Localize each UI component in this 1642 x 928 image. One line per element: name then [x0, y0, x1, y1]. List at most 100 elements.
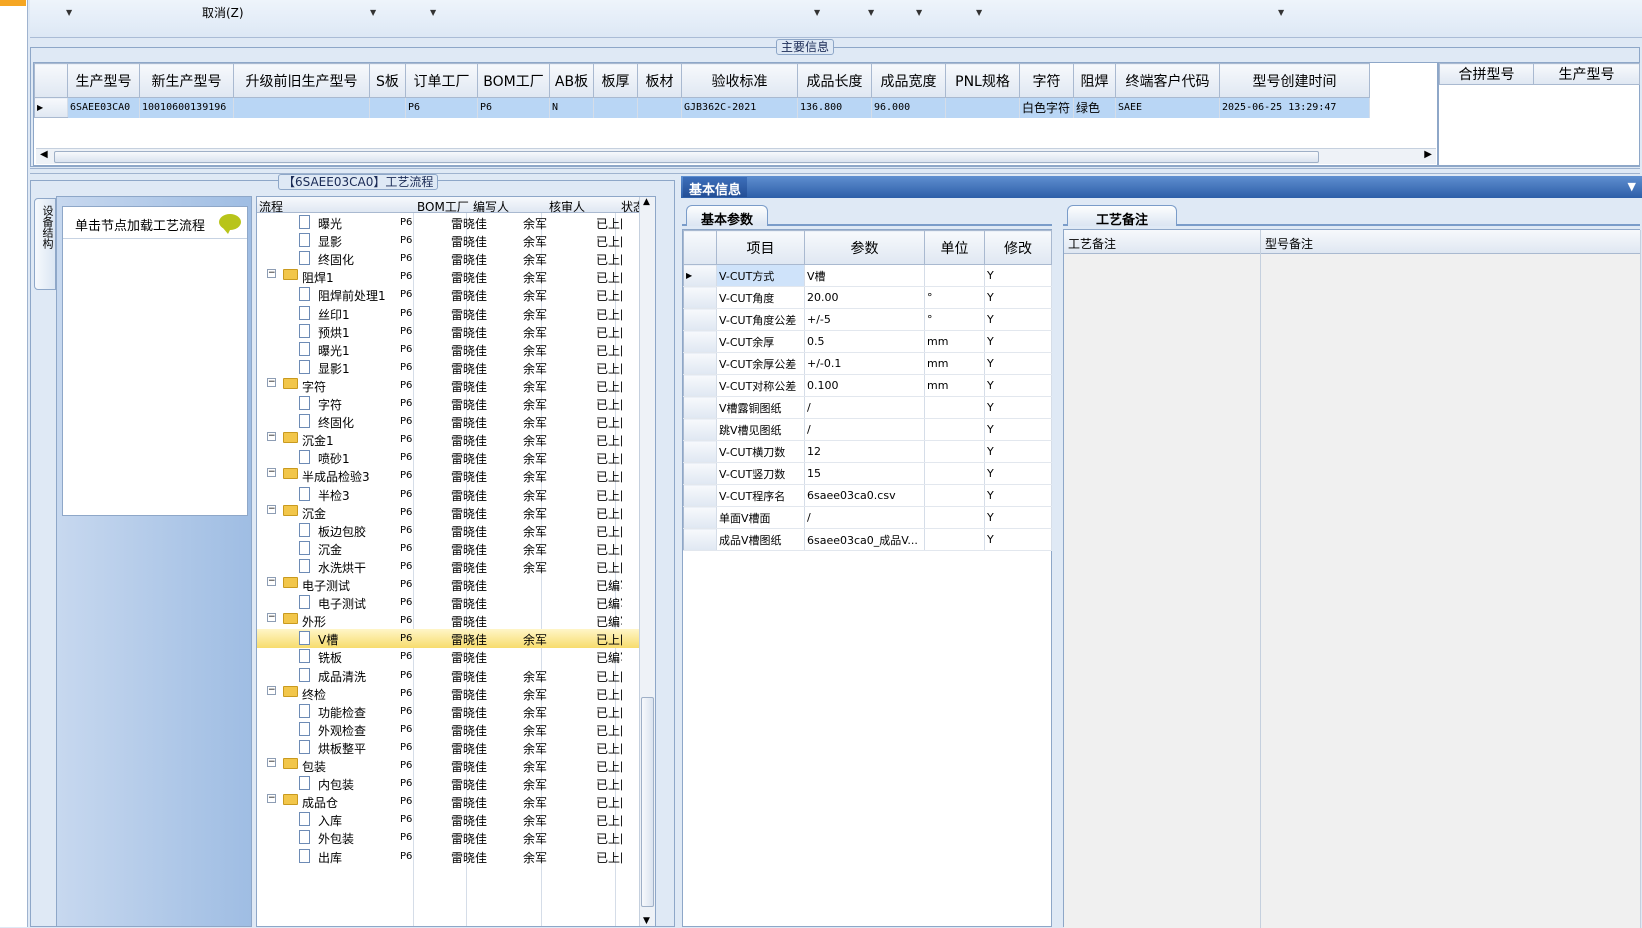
tree-row[interactable]: 成品清洗 P6 雷晓佳 余军 已上网 — [257, 666, 639, 685]
dropdown-arrow-icon[interactable]: ▼ — [370, 8, 376, 17]
cell-char[interactable]: 白色字符 — [1019, 97, 1074, 118]
tree-row[interactable]: 电子测试 P6 雷晓佳 已编写 — [257, 593, 639, 612]
tree-row[interactable]: 显影 P6 雷晓佳 余军 已上网 — [257, 231, 639, 250]
param-cell-value[interactable]: / — [804, 506, 925, 529]
param-cell-item[interactable]: 成品V槽图纸 — [716, 528, 805, 551]
param-row[interactable]: V-CUT角度 20.00 ° Y — [683, 286, 1052, 309]
row-selector[interactable] — [683, 396, 717, 419]
tree-row[interactable]: 功能检查 P6 雷晓佳 余军 已上网 — [257, 702, 639, 721]
scroll-left-icon[interactable]: ◀ — [40, 149, 48, 160]
tree-row[interactable]: 入库 P6 雷晓佳 余军 已上网 — [257, 810, 639, 829]
row-selector[interactable] — [683, 286, 717, 309]
dropdown-arrow-icon[interactable]: ▼ — [1628, 180, 1636, 193]
collapse-icon[interactable]: − — [267, 377, 276, 387]
col-modify[interactable]: 修改 — [984, 230, 1052, 265]
param-cell-mod[interactable]: Y — [984, 506, 1052, 529]
col-side-prod-model[interactable]: 生产型号 — [1533, 63, 1640, 85]
cell-acceptance[interactable]: GJB362C-2021 — [681, 97, 798, 118]
param-row[interactable]: V-CUT余厚公差 +/-0.1 mm Y — [683, 352, 1052, 375]
param-cell-unit[interactable] — [924, 528, 985, 551]
col-main-4[interactable]: 订单工厂 — [405, 63, 478, 98]
param-cell-value[interactable]: V槽 — [804, 264, 925, 287]
param-cell-item[interactable]: V-CUT横刀数 — [716, 440, 805, 463]
param-cell-mod[interactable]: Y — [984, 396, 1052, 419]
param-cell-value[interactable]: +/-0.1 — [804, 352, 925, 375]
tree-row[interactable]: 板边包胶 P6 雷晓佳 余军 已上网 — [257, 521, 639, 540]
row-selector[interactable] — [683, 418, 717, 441]
vertical-splitter[interactable] — [1056, 202, 1062, 927]
collapse-icon[interactable]: − — [267, 613, 276, 623]
param-cell-mod[interactable]: Y — [984, 308, 1052, 331]
tab-device-structure[interactable]: 设备结构 — [34, 198, 56, 290]
param-cell-mod[interactable]: Y — [984, 286, 1052, 309]
col-main-6[interactable]: AB板 — [549, 63, 594, 98]
row-selector[interactable] — [683, 440, 717, 463]
scroll-up-icon[interactable]: ▲ — [643, 197, 650, 207]
col-main-1[interactable]: 新生产型号 — [139, 63, 234, 98]
process-remark-textarea[interactable] — [1064, 254, 1260, 928]
param-cell-unit[interactable]: ° — [924, 286, 985, 309]
param-row[interactable]: V-CUT余厚 0.5 mm Y — [683, 330, 1052, 353]
col-unit[interactable]: 单位 — [924, 230, 985, 265]
param-row[interactable]: 成品V槽图纸 6saee03ca0_成品V... Y — [683, 528, 1052, 551]
col-main-8[interactable]: 板材 — [637, 63, 682, 98]
param-cell-value[interactable]: 12 — [804, 440, 925, 463]
param-cell-mod[interactable]: Y — [984, 440, 1052, 463]
param-cell-mod[interactable]: Y — [984, 462, 1052, 485]
param-cell-item[interactable]: V-CUT竖刀数 — [716, 462, 805, 485]
param-cell-mod[interactable]: Y — [984, 528, 1052, 551]
col-main-7[interactable]: 板厚 — [593, 63, 638, 98]
cell-ab-board[interactable]: N — [549, 97, 594, 118]
param-cell-unit[interactable]: mm — [924, 330, 985, 353]
col-main-16[interactable]: 型号创建时间 — [1219, 63, 1370, 98]
row-selector[interactable]: ▶ — [34, 97, 68, 118]
cell-order-factory[interactable]: P6 — [405, 97, 478, 118]
scroll-thumb[interactable] — [54, 151, 1319, 163]
col-main-10[interactable]: 成品长度 — [797, 63, 872, 98]
param-cell-unit[interactable]: mm — [924, 374, 985, 397]
collapse-icon[interactable]: − — [267, 269, 276, 279]
param-cell-mod[interactable]: Y — [984, 330, 1052, 353]
dropdown-arrow-icon[interactable]: ▼ — [916, 8, 922, 17]
collapse-icon[interactable]: − — [267, 685, 276, 695]
param-cell-item[interactable]: V-CUT对称公差 — [716, 374, 805, 397]
dropdown-arrow-icon[interactable]: ▼ — [1278, 8, 1284, 17]
row-selector[interactable] — [683, 528, 717, 551]
cell-old-model[interactable] — [233, 97, 370, 118]
tree-row[interactable]: 曝光 P6 雷晓佳 余军 已上网 — [257, 213, 639, 232]
col-merge-model[interactable]: 合拼型号 — [1439, 63, 1534, 85]
tree-row[interactable]: 沉金 P6 雷晓佳 余军 已上网 — [257, 539, 639, 558]
row-selector[interactable] — [683, 484, 717, 507]
tree-row[interactable]: 阻焊前处理1 P6 雷晓佳 余军 已上网 — [257, 285, 639, 304]
row-selector[interactable] — [683, 374, 717, 397]
param-cell-value[interactable]: 0.100 — [804, 374, 925, 397]
model-remark-textarea[interactable] — [1261, 254, 1640, 928]
param-cell-item[interactable]: V-CUT余厚公差 — [716, 352, 805, 375]
tree-row[interactable]: 丝印1 P6 雷晓佳 余军 已上网 — [257, 304, 639, 323]
tree-row[interactable]: − 沉金1 P6 雷晓佳 余军 已上网 — [257, 430, 639, 449]
cell-material[interactable] — [637, 97, 682, 118]
col-main-15[interactable]: 终端客户代码 — [1115, 63, 1220, 98]
scroll-down-icon[interactable]: ▼ — [643, 916, 650, 926]
tree-vertical-scrollbar[interactable]: ▲ ▼ — [639, 197, 655, 926]
scroll-thumb[interactable] — [641, 697, 654, 907]
col-main-3[interactable]: S板 — [369, 63, 406, 98]
col-param[interactable]: 参数 — [804, 230, 925, 265]
row-selector[interactable] — [683, 308, 717, 331]
main-grid-horizontal-scrollbar[interactable]: ◀ ▶ — [36, 148, 1436, 164]
param-row[interactable]: V-CUT对称公差 0.100 mm Y — [683, 374, 1052, 397]
param-cell-item[interactable]: V-CUT余厚 — [716, 330, 805, 353]
param-cell-unit[interactable] — [924, 462, 985, 485]
merge-model-grid[interactable]: 合拼型号 生产型号 — [1438, 62, 1640, 166]
param-cell-item[interactable]: V-CUT方式 — [716, 264, 805, 287]
col-main-11[interactable]: 成品宽度 — [871, 63, 946, 98]
param-cell-mod[interactable]: Y — [984, 264, 1052, 287]
tree-row[interactable]: 水洗烘干 P6 雷晓佳 余军 已上网 — [257, 557, 639, 576]
tree-row[interactable]: 终固化 P6 雷晓佳 余军 已上网 — [257, 412, 639, 431]
tree-row[interactable]: − 包装 P6 雷晓佳 余军 已上网 — [257, 756, 639, 775]
tree-row[interactable]: 出库 P6 雷晓佳 余军 已上网 — [257, 847, 639, 866]
col-main-2[interactable]: 升级前旧生产型号 — [233, 63, 370, 98]
param-cell-mod[interactable]: Y — [984, 352, 1052, 375]
tree-row[interactable]: 外观检查 P6 雷晓佳 余军 已上网 — [257, 720, 639, 739]
cell-new-model[interactable]: 10010600139196 — [139, 97, 234, 118]
